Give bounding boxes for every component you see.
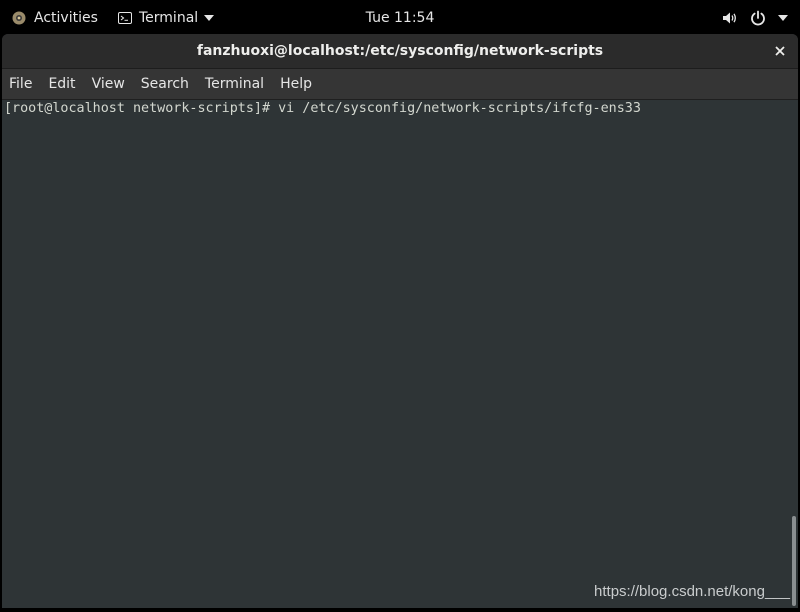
chevron-down-icon [778,15,788,21]
close-icon [775,46,785,56]
menu-file[interactable]: File [2,69,40,99]
menu-edit[interactable]: Edit [40,69,83,99]
chevron-down-icon [204,15,215,21]
scrollbar-thumb[interactable] [792,516,796,606]
window-title: fanzhuoxi@localhost:/etc/sysconfig/netwo… [196,43,604,59]
menu-terminal[interactable]: Terminal [197,69,272,99]
terminal-icon [118,12,132,24]
activities-label: Activities [34,10,98,26]
activities-button[interactable]: Activities [12,0,98,36]
fedora-logo-icon [12,11,26,25]
app-menu-button[interactable]: Terminal [118,0,215,36]
power-icon [751,10,765,26]
terminal-output[interactable]: [root@localhost network-scripts]# vi /et… [2,100,788,608]
close-button[interactable] [772,43,788,59]
menu-help[interactable]: Help [272,69,320,99]
window-titlebar[interactable]: fanzhuoxi@localhost:/etc/sysconfig/netwo… [2,34,798,69]
menu-view[interactable]: View [84,69,133,99]
scrollbar[interactable] [788,100,798,608]
terminal-window: fanzhuoxi@localhost:/etc/sysconfig/netwo… [2,34,798,608]
clock[interactable]: Tue 11:54 [366,10,435,26]
terminal-line: [root@localhost network-scripts]# vi /et… [4,101,641,116]
volume-icon [723,12,736,24]
app-menu-label: Terminal [139,10,199,26]
watermark: https://blog.csdn.net/kong___ [594,583,790,600]
menu-search[interactable]: Search [133,69,197,99]
menu-bar: File Edit View Search Terminal Help [2,69,798,100]
system-status-menu[interactable] [722,0,788,36]
top-bar: Activities Terminal Tue 11:54 [0,0,800,36]
